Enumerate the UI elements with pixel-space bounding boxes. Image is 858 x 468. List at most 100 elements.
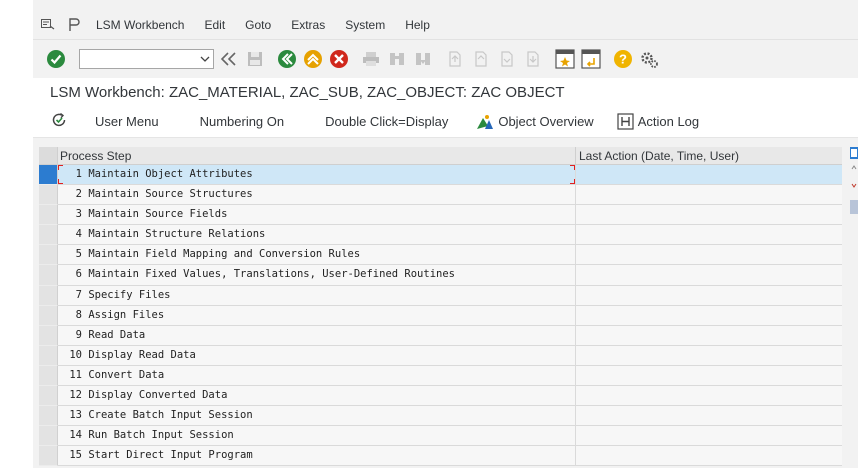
- settings-gear-icon[interactable]: [638, 48, 660, 70]
- last-action-cell[interactable]: [576, 446, 842, 467]
- process-step-cell[interactable]: 6 Maintain Fixed Values, Translations, U…: [58, 265, 576, 286]
- enter-button[interactable]: [45, 48, 67, 70]
- process-step-cell[interactable]: 14 Run Batch Input Session: [58, 426, 576, 447]
- row-selector[interactable]: [39, 265, 58, 286]
- row-selector[interactable]: [39, 426, 58, 447]
- last-action-cell[interactable]: [576, 285, 842, 306]
- row-selector[interactable]: [39, 345, 58, 366]
- table-row[interactable]: 2 Maintain Source Structures: [39, 185, 842, 206]
- user-menu-button[interactable]: User Menu: [95, 114, 159, 129]
- table-row[interactable]: 8 Assign Files: [39, 305, 842, 326]
- process-step-cell[interactable]: 10 Display Read Data: [58, 345, 576, 366]
- last-action-cell[interactable]: [576, 205, 842, 226]
- process-step-cell[interactable]: 15 Start Direct Input Program: [58, 446, 576, 467]
- table-row[interactable]: 10 Display Read Data: [39, 345, 842, 366]
- print-icon[interactable]: [360, 48, 382, 70]
- row-selector[interactable]: [39, 325, 58, 346]
- table-row[interactable]: 11 Convert Data: [39, 365, 842, 387]
- numbering-on-button[interactable]: Numbering On: [200, 114, 285, 129]
- object-overview-button[interactable]: Object Overview: [476, 114, 594, 130]
- menu-goto[interactable]: Goto: [242, 16, 274, 34]
- action-log-button[interactable]: Action Log: [617, 113, 699, 130]
- command-input[interactable]: [80, 50, 195, 68]
- row-selector[interactable]: [39, 165, 58, 186]
- row-selector[interactable]: [39, 185, 58, 206]
- column-header-last-action[interactable]: Last Action (Date, Time, User): [576, 147, 842, 164]
- last-action-cell[interactable]: [576, 185, 842, 206]
- last-action-cell[interactable]: [576, 406, 842, 427]
- collapse-arrows-icon[interactable]: [218, 48, 240, 70]
- step-number: 7: [75, 288, 82, 301]
- last-action-cell[interactable]: [576, 386, 842, 407]
- menu-help[interactable]: Help: [402, 16, 433, 34]
- row-selector[interactable]: [39, 225, 58, 246]
- last-action-cell[interactable]: [576, 365, 842, 387]
- menu-lsm-workbench[interactable]: LSM Workbench: [93, 16, 187, 34]
- vertical-scroll-controls[interactable]: [850, 147, 858, 467]
- table-row[interactable]: 1 Maintain Object Attributes: [39, 165, 842, 186]
- last-action-cell[interactable]: [576, 165, 842, 186]
- help-icon[interactable]: ?: [612, 48, 634, 70]
- table-row[interactable]: 9 Read Data: [39, 325, 842, 346]
- row-selector[interactable]: [39, 406, 58, 427]
- last-action-cell[interactable]: [576, 265, 842, 286]
- chevron-down-icon[interactable]: [200, 52, 210, 69]
- table-row[interactable]: 5 Maintain Field Mapping and Conversion …: [39, 245, 842, 266]
- process-step-cell[interactable]: 12 Display Converted Data: [58, 386, 576, 407]
- find-icon[interactable]: [386, 48, 408, 70]
- double-click-display-button[interactable]: Double Click=Display: [325, 114, 448, 129]
- menu-extras[interactable]: Extras: [288, 16, 328, 34]
- menu-customize-icon[interactable]: [67, 17, 81, 32]
- cancel-button[interactable]: [328, 48, 350, 70]
- row-selector[interactable]: [39, 205, 58, 226]
- back-button[interactable]: [276, 48, 298, 70]
- process-step-cell[interactable]: 9 Read Data: [58, 325, 576, 346]
- refresh-button[interactable]: [50, 111, 68, 132]
- table-row[interactable]: 15 Start Direct Input Program: [39, 446, 842, 467]
- row-selector[interactable]: [39, 285, 58, 306]
- create-session-icon[interactable]: [554, 48, 576, 70]
- process-step-cell[interactable]: 3 Maintain Source Fields: [58, 205, 576, 226]
- process-step-cell[interactable]: 2 Maintain Source Structures: [58, 185, 576, 206]
- menu-edit[interactable]: Edit: [201, 16, 228, 34]
- row-selector[interactable]: [39, 245, 58, 266]
- last-action-cell[interactable]: [576, 305, 842, 326]
- process-step-cell[interactable]: 13 Create Batch Input Session: [58, 406, 576, 427]
- process-step-cell[interactable]: 8 Assign Files: [58, 305, 576, 326]
- table-row[interactable]: 7 Specify Files: [39, 285, 842, 306]
- table-row[interactable]: 6 Maintain Fixed Values, Translations, U…: [39, 265, 842, 286]
- row-selector[interactable]: [39, 365, 58, 387]
- step-number: 15: [69, 449, 82, 462]
- generate-shortcut-icon[interactable]: [580, 48, 602, 70]
- exit-button[interactable]: [302, 48, 324, 70]
- command-field[interactable]: [79, 49, 214, 69]
- table-row[interactable]: 4 Maintain Structure Relations: [39, 225, 842, 246]
- last-page-icon[interactable]: [522, 48, 544, 70]
- save-icon[interactable]: [244, 48, 266, 70]
- first-page-icon[interactable]: [444, 48, 466, 70]
- process-step-cell[interactable]: 7 Specify Files: [58, 285, 576, 306]
- table-row[interactable]: 13 Create Batch Input Session: [39, 406, 842, 427]
- process-step-cell[interactable]: 5 Maintain Field Mapping and Conversion …: [58, 245, 576, 266]
- last-action-cell[interactable]: [576, 426, 842, 447]
- table-row[interactable]: 14 Run Batch Input Session: [39, 426, 842, 447]
- last-action-cell[interactable]: [576, 325, 842, 346]
- select-all-corner[interactable]: [39, 147, 58, 164]
- process-step-cell[interactable]: 11 Convert Data: [58, 365, 576, 387]
- process-step-cell[interactable]: 4 Maintain Structure Relations: [58, 225, 576, 246]
- last-action-cell[interactable]: [576, 345, 842, 366]
- row-selector[interactable]: [39, 386, 58, 407]
- find-next-icon[interactable]: [412, 48, 434, 70]
- menu-system[interactable]: System: [342, 16, 388, 34]
- process-step-cell[interactable]: 1 Maintain Object Attributes: [58, 165, 576, 186]
- last-action-cell[interactable]: [576, 245, 842, 266]
- column-header-process-step[interactable]: Process Step: [58, 147, 576, 164]
- row-selector[interactable]: [39, 446, 58, 467]
- table-row[interactable]: 12 Display Converted Data: [39, 386, 842, 407]
- table-row[interactable]: 3 Maintain Source Fields: [39, 205, 842, 226]
- next-page-icon[interactable]: [496, 48, 518, 70]
- menu-exit-icon[interactable]: [41, 18, 55, 32]
- row-selector[interactable]: [39, 305, 58, 326]
- last-action-cell[interactable]: [576, 225, 842, 246]
- previous-page-icon[interactable]: [470, 48, 492, 70]
